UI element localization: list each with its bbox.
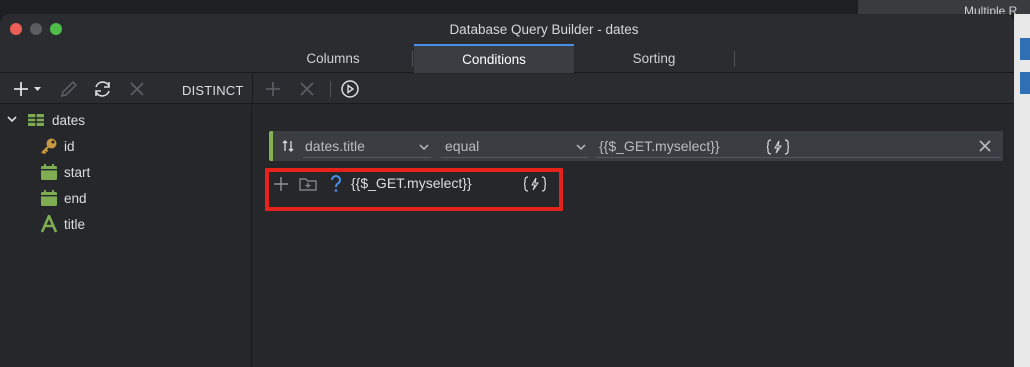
refresh-icon[interactable] <box>92 79 114 99</box>
run-icon[interactable] <box>339 79 361 99</box>
window-title: Database Query Builder - dates <box>449 22 639 37</box>
table-icon <box>27 111 45 129</box>
chevron-down-icon[interactable] <box>575 140 587 158</box>
remove-condition-icon[interactable] <box>977 138 993 159</box>
background-window-top: Multiple R <box>858 0 1030 18</box>
tree-item-column[interactable]: title <box>0 211 252 237</box>
field-underline <box>303 157 431 158</box>
add-icon[interactable] <box>12 79 46 99</box>
tree-item-column[interactable]: end <box>0 185 252 211</box>
background-window-edge <box>1014 0 1030 367</box>
delete-icon[interactable] <box>126 79 148 99</box>
tab-bar: Columns Conditions Sorting <box>0 44 1014 73</box>
tab-columns[interactable]: Columns <box>252 44 414 73</box>
dynamic-data-icon[interactable] <box>765 139 791 155</box>
add-condition-icon[interactable] <box>262 79 284 99</box>
condition-field-select[interactable]: dates.title <box>305 138 365 154</box>
background-selection <box>1020 38 1030 60</box>
key-icon <box>40 137 58 155</box>
tab-divider <box>734 51 735 67</box>
tree-item-column[interactable]: start <box>0 159 252 185</box>
column-name: start <box>64 165 91 180</box>
toolbar: DISTINCT <box>0 74 1014 104</box>
calendar-icon <box>40 189 58 207</box>
conditions-panel: dates.title equal {{$_GET.myselect}} {{$… <box>253 105 1014 367</box>
condition-operator-select[interactable]: equal <box>445 138 479 154</box>
tab-sorting[interactable]: Sorting <box>574 44 734 73</box>
chevron-down-icon[interactable] <box>418 140 430 158</box>
tree-item-column[interactable]: id <box>0 133 252 159</box>
title-bar[interactable]: Database Query Builder - dates <box>0 14 1014 44</box>
annotation-highlight-box <box>265 168 563 211</box>
edit-icon[interactable] <box>58 79 80 99</box>
calendar-icon <box>40 163 58 181</box>
distinct-toggle[interactable]: DISTINCT <box>182 83 244 98</box>
schema-tree: dates id start end title <box>0 105 252 367</box>
remove-condition-icon[interactable] <box>296 79 318 99</box>
toolbar-divider <box>252 74 253 104</box>
column-name: end <box>64 191 87 206</box>
column-name: id <box>64 139 75 154</box>
toolbar-divider <box>330 81 331 97</box>
tab-divider <box>412 51 413 67</box>
tree-item-table[interactable]: dates <box>0 107 252 133</box>
column-name: title <box>64 217 86 232</box>
text-icon <box>40 212 58 233</box>
chevron-down-icon[interactable] <box>6 113 18 125</box>
sort-arrows-icon[interactable] <box>282 139 294 158</box>
condition-row[interactable]: dates.title equal {{$_GET.myselect}} <box>269 131 1003 161</box>
condition-value-input[interactable]: {{$_GET.myselect}} <box>599 138 720 154</box>
tab-conditions[interactable]: Conditions <box>414 44 574 73</box>
operator-underline <box>441 157 589 158</box>
table-name: dates <box>52 113 86 128</box>
value-underline <box>595 157 1001 158</box>
background-selection <box>1020 72 1030 94</box>
